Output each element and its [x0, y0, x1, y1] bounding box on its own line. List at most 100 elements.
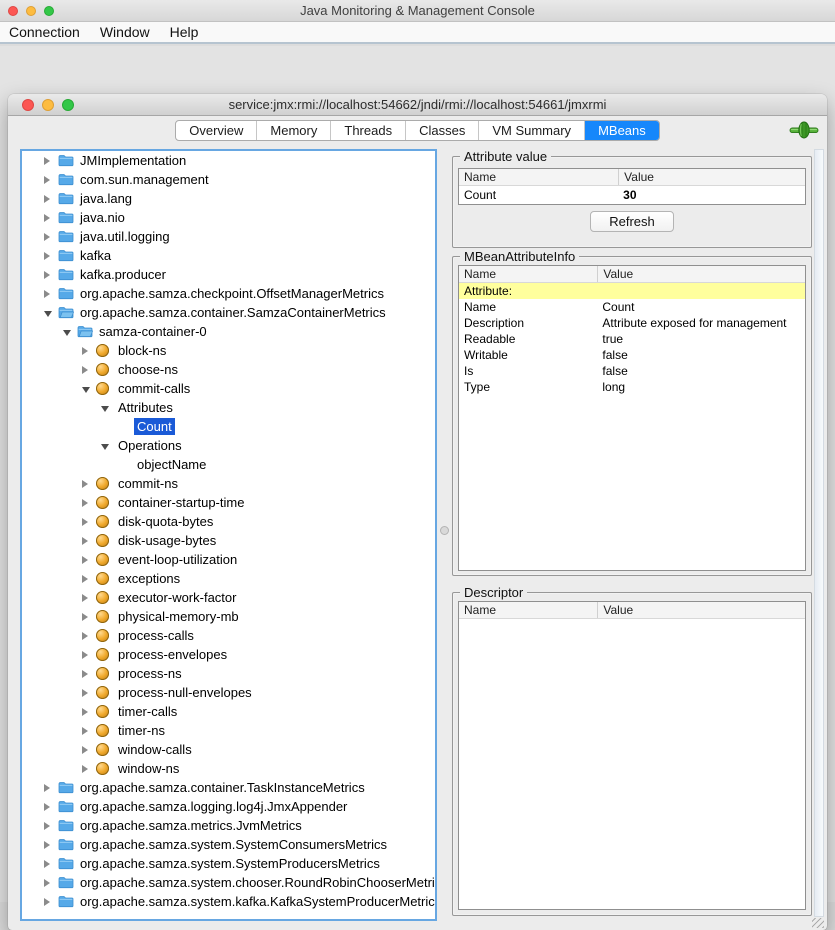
- column-header-value[interactable]: Value: [618, 169, 805, 185]
- tree-expander-icon[interactable]: [44, 803, 58, 811]
- column-header-name[interactable]: Name: [459, 602, 597, 618]
- split-divider-handle[interactable]: [440, 526, 449, 535]
- tree-item[interactable]: disk-quota-bytes: [22, 512, 435, 531]
- table-row[interactable]: DescriptionAttribute exposed for managem…: [459, 315, 805, 331]
- tree-item[interactable]: org.apache.samza.system.SystemProducersM…: [22, 854, 435, 873]
- tree-expander-icon[interactable]: [82, 613, 96, 621]
- tree-expander-icon[interactable]: [82, 556, 96, 564]
- tree-expander-icon[interactable]: [63, 328, 77, 336]
- tree-expander-icon[interactable]: [44, 157, 58, 165]
- tree-expander-icon[interactable]: [44, 214, 58, 222]
- tree-item[interactable]: org.apache.samza.logging.log4j.JmxAppend…: [22, 797, 435, 816]
- tree-item[interactable]: Operations: [22, 436, 435, 455]
- tree-item[interactable]: samza-container-0: [22, 322, 435, 341]
- tree-item[interactable]: java.lang: [22, 189, 435, 208]
- tree-item[interactable]: timer-calls: [22, 702, 435, 721]
- resize-grip[interactable]: [812, 918, 824, 928]
- tree-item[interactable]: Attributes: [22, 398, 435, 417]
- minimize-button[interactable]: [26, 6, 36, 16]
- table-row[interactable]: Attribute:: [459, 283, 805, 299]
- tree-expander-icon[interactable]: [82, 632, 96, 640]
- tree-expander-icon[interactable]: [82, 366, 96, 374]
- tree-expander-icon[interactable]: [82, 347, 96, 355]
- tree-item[interactable]: kafka: [22, 246, 435, 265]
- tree-item[interactable]: org.apache.samza.system.SystemConsumersM…: [22, 835, 435, 854]
- tree-item[interactable]: process-calls: [22, 626, 435, 645]
- tree-expander-icon[interactable]: [82, 651, 96, 659]
- zoom-button[interactable]: [62, 99, 74, 111]
- tree-item[interactable]: process-envelopes: [22, 645, 435, 664]
- tree-item[interactable]: block-ns: [22, 341, 435, 360]
- tab-classes[interactable]: Classes: [406, 121, 479, 140]
- table-row[interactable]: Writablefalse: [459, 347, 805, 363]
- column-header-name[interactable]: Name: [459, 266, 597, 282]
- tree-item[interactable]: java.util.logging: [22, 227, 435, 246]
- tree-expander-icon[interactable]: [82, 708, 96, 716]
- tree-expander-icon[interactable]: [82, 518, 96, 526]
- tree-item[interactable]: org.apache.samza.system.chooser.RoundRob…: [22, 873, 435, 892]
- tree-expander-icon[interactable]: [82, 594, 96, 602]
- table-row[interactable]: Count30: [459, 186, 805, 204]
- tree-expander-icon[interactable]: [82, 537, 96, 545]
- tree-expander-icon[interactable]: [44, 822, 58, 830]
- tree-expander-icon[interactable]: [44, 309, 58, 317]
- tab-mbeans[interactable]: MBeans: [585, 121, 659, 140]
- minimize-button[interactable]: [42, 99, 54, 111]
- close-button[interactable]: [22, 99, 34, 111]
- tree-item[interactable]: timer-ns: [22, 721, 435, 740]
- table-row[interactable]: NameCount: [459, 299, 805, 315]
- tree-item[interactable]: container-startup-time: [22, 493, 435, 512]
- tree-expander-icon[interactable]: [44, 290, 58, 298]
- tab-threads[interactable]: Threads: [331, 121, 406, 140]
- tree-item[interactable]: com.sun.management: [22, 170, 435, 189]
- tree-expander-icon[interactable]: [44, 860, 58, 868]
- tree-item[interactable]: window-ns: [22, 759, 435, 778]
- column-header-name[interactable]: Name: [459, 169, 618, 185]
- tree-expander-icon[interactable]: [44, 195, 58, 203]
- tree-item[interactable]: java.nio: [22, 208, 435, 227]
- scrollbar-track[interactable]: [814, 149, 824, 917]
- tree-expander-icon[interactable]: [82, 480, 96, 488]
- tree-item[interactable]: Count: [22, 417, 435, 436]
- tree-item[interactable]: org.apache.samza.checkpoint.OffsetManage…: [22, 284, 435, 303]
- tree-expander-icon[interactable]: [101, 404, 115, 412]
- tree-expander-icon[interactable]: [44, 271, 58, 279]
- tree-expander-icon[interactable]: [44, 879, 58, 887]
- tree-item[interactable]: org.apache.samza.container.TaskInstanceM…: [22, 778, 435, 797]
- tree-expander-icon[interactable]: [44, 784, 58, 792]
- zoom-button[interactable]: [44, 6, 54, 16]
- tree-expander-icon[interactable]: [44, 841, 58, 849]
- column-header-value[interactable]: Value: [597, 602, 805, 618]
- tab-overview[interactable]: Overview: [176, 121, 257, 140]
- tree-expander-icon[interactable]: [82, 575, 96, 583]
- column-header-value[interactable]: Value: [597, 266, 805, 282]
- refresh-button[interactable]: Refresh: [590, 211, 674, 232]
- tree-expander-icon[interactable]: [82, 385, 96, 393]
- tree-item[interactable]: org.apache.samza.metrics.JvmMetrics: [22, 816, 435, 835]
- tree-expander-icon[interactable]: [82, 689, 96, 697]
- menu-help[interactable]: Help: [170, 24, 210, 40]
- tree-item[interactable]: objectName: [22, 455, 435, 474]
- tab-memory[interactable]: Memory: [257, 121, 331, 140]
- table-row[interactable]: Readabletrue: [459, 331, 805, 347]
- tree-item[interactable]: physical-memory-mb: [22, 607, 435, 626]
- tree-item[interactable]: commit-calls: [22, 379, 435, 398]
- tree-expander-icon[interactable]: [44, 176, 58, 184]
- tree-expander-icon[interactable]: [82, 765, 96, 773]
- menu-connection[interactable]: Connection: [9, 24, 91, 40]
- tree-expander-icon[interactable]: [44, 233, 58, 241]
- tab-vm-summary[interactable]: VM Summary: [479, 121, 585, 140]
- table-row[interactable]: Isfalse: [459, 363, 805, 379]
- tree-expander-icon[interactable]: [82, 746, 96, 754]
- tree-expander-icon[interactable]: [44, 252, 58, 260]
- tree-item[interactable]: commit-ns: [22, 474, 435, 493]
- tree-item[interactable]: disk-usage-bytes: [22, 531, 435, 550]
- tree-item[interactable]: process-ns: [22, 664, 435, 683]
- tree-expander-icon[interactable]: [82, 499, 96, 507]
- tree-expander-icon[interactable]: [82, 670, 96, 678]
- tree-item[interactable]: kafka.producer: [22, 265, 435, 284]
- tree-item[interactable]: org.apache.samza.container.SamzaContaine…: [22, 303, 435, 322]
- tree-item[interactable]: exceptions: [22, 569, 435, 588]
- menu-window[interactable]: Window: [100, 24, 161, 40]
- tree-item[interactable]: window-calls: [22, 740, 435, 759]
